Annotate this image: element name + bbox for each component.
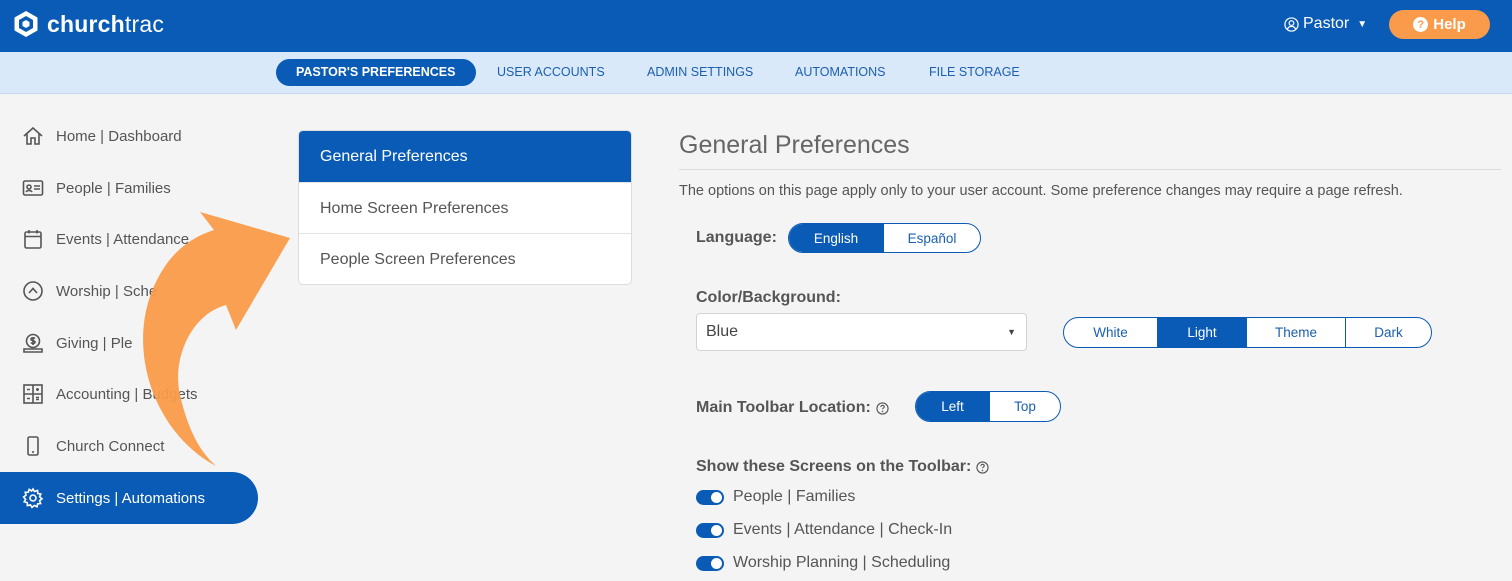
home-icon xyxy=(23,126,43,145)
mode-option-dark[interactable]: Dark xyxy=(1345,318,1431,347)
sidebar-item-home[interactable]: Home | Dashboard xyxy=(0,110,258,162)
sidebar-item-accounting[interactable]: Accounting | Budgets xyxy=(0,368,258,420)
toggle-switch[interactable] xyxy=(696,522,724,538)
question-circle-icon: ? xyxy=(1413,17,1429,32)
help-circle-icon[interactable] xyxy=(976,460,989,474)
sidebar-item-giving[interactable]: Giving | Ple xyxy=(0,317,258,369)
language-toggle: English Español xyxy=(788,223,981,253)
language-option-espanol[interactable]: Español xyxy=(883,224,980,252)
sidebar-item-settings[interactable]: Settings | Automations xyxy=(0,472,258,524)
mode-option-light[interactable]: Light xyxy=(1157,318,1246,347)
sidebar-item-label: Accounting | Budgets xyxy=(56,385,198,403)
page-description: The options on this page apply only to y… xyxy=(679,183,1403,199)
language-option-english[interactable]: English xyxy=(789,224,883,252)
color-select-value: Blue xyxy=(706,323,739,340)
caret-down-icon: ▼ xyxy=(1357,18,1368,30)
toolbar-screen-item: Worship Planning | Scheduling xyxy=(696,554,950,572)
sidebar-item-label: Worship | Sche xyxy=(56,282,158,300)
churchtrac-logo[interactable]: churchtrac xyxy=(12,10,164,38)
sidebar-item-label: Home | Dashboard xyxy=(56,127,182,145)
toolbar-screens-label: Show these Screens on the Toolbar: xyxy=(696,458,989,476)
page-title: General Preferences xyxy=(679,131,910,159)
sidebar-item-label: Church Connect xyxy=(56,437,165,455)
toolbar-location-toggle: Left Top xyxy=(915,391,1061,422)
title-divider xyxy=(679,169,1501,170)
sidebar-item-label: Giving | Ple xyxy=(56,334,133,352)
sidebar-item-label: Settings | Automations xyxy=(56,489,205,507)
tab-automations[interactable]: AUTOMATIONS xyxy=(795,59,886,86)
phone-icon xyxy=(27,436,39,456)
calendar-icon xyxy=(24,230,42,249)
select-caret-icon: ▼ xyxy=(1007,327,1016,337)
brand-name: churchtrac xyxy=(47,10,165,37)
background-mode-toggle: White Light Theme Dark xyxy=(1063,317,1432,348)
user-circle-icon xyxy=(1284,16,1299,32)
user-name: Pastor xyxy=(1303,15,1350,32)
sidebar-item-people[interactable]: People | Families xyxy=(0,162,258,214)
top-bar: churchtrac Pastor ▼ ? Help xyxy=(0,0,1512,52)
gear-icon xyxy=(22,487,44,509)
help-button[interactable]: ? Help xyxy=(1389,10,1490,39)
sidebar-item-worship[interactable]: Worship | Sche xyxy=(0,265,258,317)
toggle-switch[interactable] xyxy=(696,555,724,571)
help-circle-icon[interactable] xyxy=(876,401,889,415)
logo-mark-icon xyxy=(14,11,38,37)
color-select[interactable]: Blue ▼ xyxy=(696,313,1027,351)
sidebar-item-label: People | Families xyxy=(56,179,171,197)
settings-subnav: PASTOR'S PREFERENCES USER ACCOUNTS ADMIN… xyxy=(0,52,1512,94)
color-background-label: Color/Background: xyxy=(696,289,841,306)
tab-file-storage[interactable]: FILE STORAGE xyxy=(929,59,1020,86)
user-menu[interactable]: Pastor ▼ xyxy=(1284,15,1367,33)
ledger-icon xyxy=(23,384,43,404)
pref-item-general[interactable]: General Preferences xyxy=(299,131,631,182)
money-icon xyxy=(23,333,43,353)
toolbar-location-label: Main Toolbar Location: xyxy=(696,399,889,417)
pref-item-people-screen[interactable]: People Screen Preferences xyxy=(299,233,631,284)
toggle-switch[interactable] xyxy=(696,489,724,505)
tab-admin-settings[interactable]: ADMIN SETTINGS xyxy=(647,59,753,86)
language-label: Language: xyxy=(696,229,777,246)
tab-user-accounts[interactable]: USER ACCOUNTS xyxy=(497,59,605,86)
sidebar-item-label: Events | Attendance xyxy=(56,230,190,248)
pref-item-home-screen[interactable]: Home Screen Preferences xyxy=(299,182,631,233)
tab-pastors-preferences[interactable]: PASTOR'S PREFERENCES xyxy=(276,59,476,86)
toolbar-screen-item: People | Families xyxy=(696,488,855,506)
toolbar-option-top[interactable]: Top xyxy=(989,392,1060,421)
chevron-circle-icon xyxy=(23,281,43,301)
sidebar-item-events[interactable]: Events | Attendance xyxy=(0,213,258,265)
toggle-label: Worship Planning | Scheduling xyxy=(733,554,951,571)
mode-option-white[interactable]: White xyxy=(1064,318,1157,347)
toolbar-option-left[interactable]: Left xyxy=(916,392,989,421)
toggle-label: Events | Attendance | Check-In xyxy=(733,521,953,538)
sidebar-item-church-connect[interactable]: Church Connect xyxy=(0,420,258,472)
mode-option-theme[interactable]: Theme xyxy=(1246,318,1345,347)
toggle-label: People | Families xyxy=(733,488,856,505)
preferences-menu: General Preferences Home Screen Preferen… xyxy=(298,130,632,285)
toolbar-screen-item: Events | Attendance | Check-In xyxy=(696,521,952,539)
help-label: Help xyxy=(1433,16,1466,33)
id-card-icon xyxy=(22,180,44,196)
